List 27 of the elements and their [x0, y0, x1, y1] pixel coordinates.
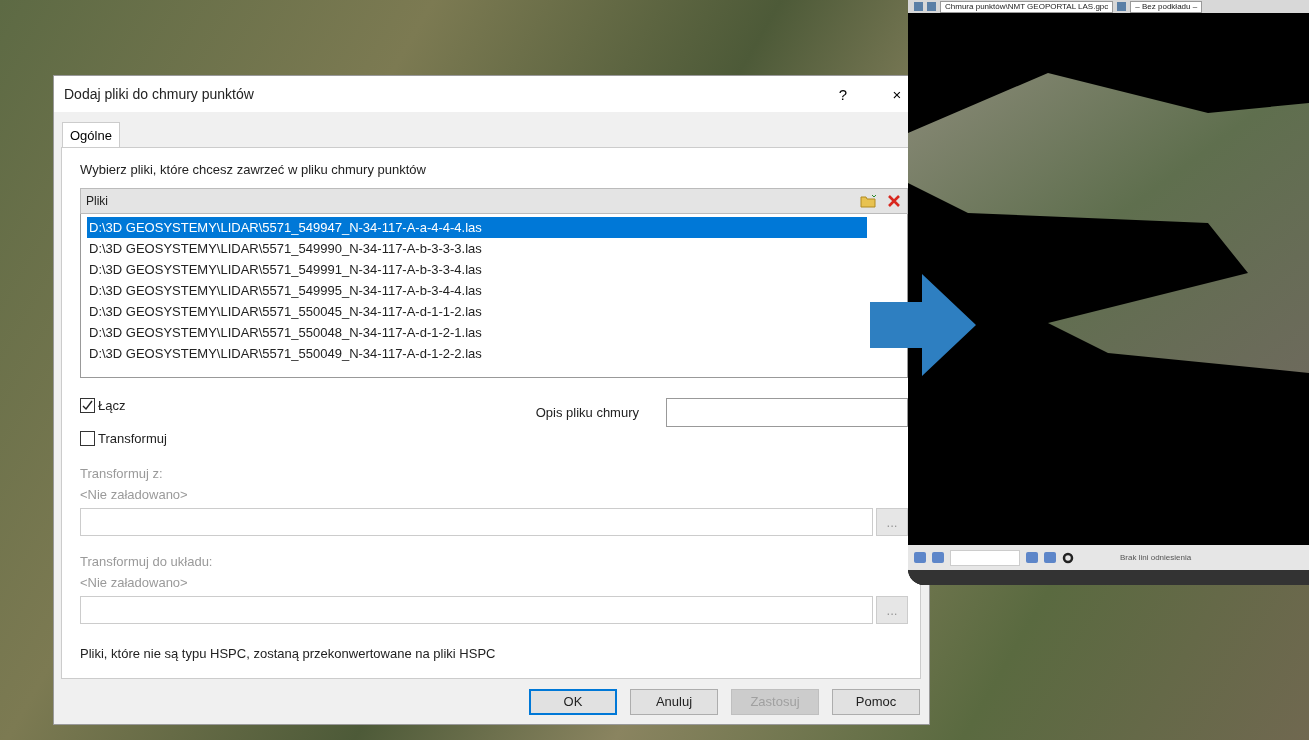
field-status-text: <Nie załadowano>	[80, 487, 189, 502]
document-dropdown[interactable]: Chmura punktów\NMT GEOPORTAL LAS.gpc	[940, 0, 1114, 13]
transform-checkbox[interactable]: Transformuj	[80, 431, 536, 446]
file-list-item[interactable]: D:\3D GEOSYSTEMY\LIDAR\5571_550045_N-34-117-A-d-1-1-2.las	[87, 301, 867, 322]
tab[interactable]: Ogólne	[62, 122, 120, 148]
dialog-button[interactable]: Anuluj	[630, 688, 718, 715]
dialog-title: Dodaj pliki do chmury punktów	[64, 86, 255, 102]
list-header-label: Pliki	[86, 194, 109, 208]
status-text: Brak lini odniesienia	[1120, 553, 1192, 562]
file-list-item[interactable]: D:\3D GEOSYSTEMY\LIDAR\5571_549995_N-34-117-A-b-3-4-4.las	[87, 280, 867, 301]
background-dropdown[interactable]: – Bez podkładu –	[1130, 0, 1203, 13]
file-list-item[interactable]: D:\3D GEOSYSTEMY\LIDAR\5571_550049_N-34-117-A-d-1-2-2.las	[87, 343, 867, 364]
file-list-item[interactable]: D:\3D GEOSYSTEMY\LIDAR\5571_549990_N-34-117-A-b-3-3-3.las	[87, 238, 867, 259]
file-list-item[interactable]: D:\3D GEOSYSTEMY\LIDAR\5571_549991_N-34-117-A-b-3-3-4.las	[87, 259, 867, 280]
field-label: Transformuj do układu:	[80, 554, 214, 569]
description-label: Opis pliku chmury	[535, 405, 639, 420]
help-button[interactable]: ?	[835, 83, 851, 105]
close-button[interactable]: ×	[889, 83, 905, 105]
merge-checkbox[interactable]: Łącz	[80, 398, 536, 413]
instruction-text: Wybierz pliki, które chcesz zawrzeć w pliku chmury punktów	[80, 162, 427, 177]
dialog-button[interactable]: OK	[529, 688, 617, 715]
note-text: Pliki, które nie są typu HSPC, zostaną przekonwertowane na pliki HSPC	[80, 646, 497, 661]
dialog-button[interactable]: Pomoc	[832, 688, 920, 715]
field-status-text: <Nie załadowano>	[80, 575, 189, 590]
file-list-item[interactable]: D:\3D GEOSYSTEMY\LIDAR\5571_549947_N-34-117-A-a-4-4-4.las	[87, 217, 867, 238]
file-list-item[interactable]: D:\3D GEOSYSTEMY\LIDAR\5571_550048_N-34-117-A-d-1-2-1.las	[87, 322, 867, 343]
field-label: Transformuj z:	[80, 466, 164, 481]
